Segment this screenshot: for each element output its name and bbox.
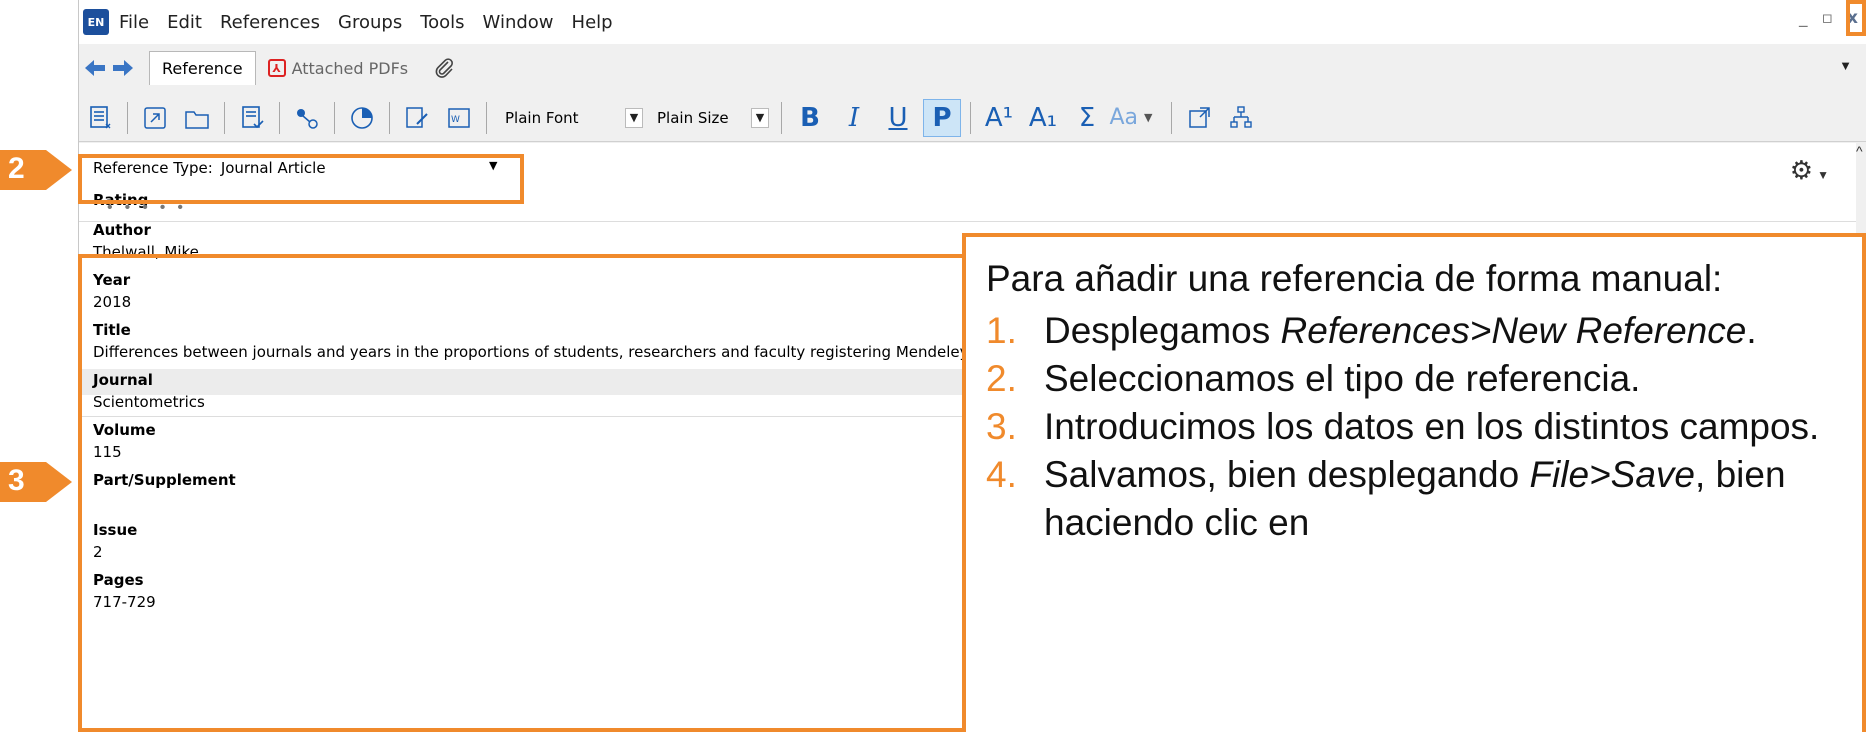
menu-bar: EN File Edit References Groups Tools Win…: [79, 0, 1866, 44]
tab-attached-pdfs-label: Attached PDFs: [291, 58, 409, 78]
menu-tools[interactable]: Tools: [420, 12, 464, 33]
plain-button[interactable]: P: [923, 98, 961, 137]
back-arrow-icon[interactable]: [83, 57, 107, 79]
menu-groups[interactable]: Groups: [338, 12, 402, 33]
chevron-down-icon[interactable]: ▼: [625, 107, 643, 128]
step-text-plain: Introducimos los datos en los distintos …: [1044, 406, 1820, 447]
word-export-icon[interactable]: W: [441, 100, 477, 136]
step-text-plain: Salvamos, bien desplegando: [1044, 454, 1530, 495]
formatting-toolbar: W Plain Font ▼ Plain Size ▼ B I U P A¹ A…: [79, 94, 1866, 142]
tab-bar: Reference ⅄ Attached PDFs ▼: [79, 48, 1866, 88]
statistics-icon[interactable]: [344, 100, 380, 136]
toolbar-separator: [970, 101, 971, 134]
step-number: 1.: [986, 310, 1017, 351]
open-url-icon[interactable]: [137, 100, 173, 136]
toolbar-separator: [389, 101, 390, 134]
toolbar-separator: [224, 101, 225, 134]
step-text-plain: Desplegamos: [1044, 310, 1281, 351]
tab-reference[interactable]: Reference: [149, 51, 256, 85]
chevron-down-icon[interactable]: ▼: [751, 107, 769, 128]
field-divider: [79, 221, 1857, 222]
minimize-button[interactable]: _: [1799, 8, 1808, 28]
menu-window[interactable]: Window: [483, 12, 554, 33]
size-select-value: Plain Size: [657, 108, 729, 127]
step-text: Desplegamos References>New Reference.: [1044, 307, 1757, 355]
callout-intro: Para añadir una referencia de forma manu…: [986, 258, 1723, 299]
callout-step: 2. Seleccionamos el tipo de referencia.: [986, 355, 1842, 403]
toolbar-separator: [279, 101, 280, 134]
step-text-emphasis: References>New Reference: [1280, 310, 1747, 351]
close-highlight-box: [1846, 0, 1866, 36]
pdf-icon: ⅄: [267, 59, 286, 77]
author-label: Author: [93, 221, 151, 239]
insert-citation-icon[interactable]: [82, 100, 118, 136]
step-3-number: 3: [8, 464, 25, 497]
font-select-value: Plain Font: [505, 108, 579, 127]
step-number: 4.: [986, 454, 1017, 495]
instructions-callout: Para añadir una referencia de forma manu…: [962, 233, 1866, 732]
menu-references[interactable]: References: [220, 12, 320, 33]
step-2-number: 2: [8, 152, 25, 185]
toolbar-separator: [781, 101, 782, 134]
callout-steps: 1. Desplegamos References>New Reference.…: [986, 307, 1842, 547]
forward-arrow-icon[interactable]: [111, 57, 135, 79]
link-reference-icon[interactable]: [289, 100, 325, 136]
font-select[interactable]: Plain Font ▼: [499, 104, 649, 132]
font-style-label: Aa: [1109, 105, 1139, 130]
step-text-plain: Seleccionamos el tipo de referencia.: [1044, 358, 1641, 399]
size-select[interactable]: Plain Size ▼: [651, 104, 775, 132]
tab-options-dropdown-icon[interactable]: ▼: [1839, 58, 1852, 73]
edit-note-icon[interactable]: [399, 100, 435, 136]
find-full-text-icon[interactable]: [234, 100, 270, 136]
restore-button[interactable]: ▫: [1822, 8, 1834, 28]
toolbar-separator: [486, 101, 487, 134]
font-style-button[interactable]: Aa ▼: [1109, 99, 1153, 137]
open-file-icon[interactable]: [179, 100, 215, 136]
step-number: 2.: [986, 358, 1017, 399]
italic-button[interactable]: I: [835, 99, 873, 137]
chevron-down-icon[interactable]: ▼: [1144, 111, 1152, 124]
toolbar-separator: [334, 101, 335, 134]
step-number: 3.: [986, 406, 1017, 447]
fields-highlight-box: [78, 254, 966, 732]
menu-edit[interactable]: Edit: [167, 12, 202, 33]
step-text-emphasis: File>Save: [1529, 454, 1696, 495]
reference-type-highlight-box: [78, 154, 524, 204]
tab-attached-pdfs[interactable]: ⅄ Attached PDFs: [256, 51, 421, 85]
new-window-icon[interactable]: [1181, 100, 1217, 136]
subscript-button[interactable]: A₁: [1024, 99, 1062, 137]
superscript-button[interactable]: A¹: [980, 99, 1018, 137]
bold-button[interactable]: B: [791, 99, 829, 137]
toolbar-separator: [127, 101, 128, 134]
endnote-app-icon: EN: [83, 9, 109, 35]
step-text: Salvamos, bien desplegando File>Save, bi…: [1044, 451, 1842, 547]
menu-help[interactable]: Help: [572, 12, 613, 33]
gear-icon[interactable]: ⚙ ▼: [1790, 155, 1829, 186]
callout-step: 4. Salvamos, bien desplegando File>Save,…: [986, 451, 1842, 547]
hierarchy-icon[interactable]: [1223, 100, 1259, 136]
callout-step: 1. Desplegamos References>New Reference.: [986, 307, 1842, 355]
step-text-suffix: .: [1746, 310, 1757, 351]
menu-file[interactable]: File: [119, 12, 149, 33]
callout-step: 3. Introducimos los datos en los distint…: [986, 403, 1842, 451]
toolbar-separator: [1171, 101, 1172, 134]
underline-button[interactable]: U: [879, 99, 917, 137]
step-3-arrow: 3: [0, 454, 76, 510]
slide-margin: [0, 0, 78, 732]
step-2-arrow: 2: [0, 142, 76, 198]
symbol-button[interactable]: Σ: [1068, 99, 1106, 137]
paperclip-icon[interactable]: [428, 52, 460, 84]
svg-text:W: W: [451, 115, 460, 125]
